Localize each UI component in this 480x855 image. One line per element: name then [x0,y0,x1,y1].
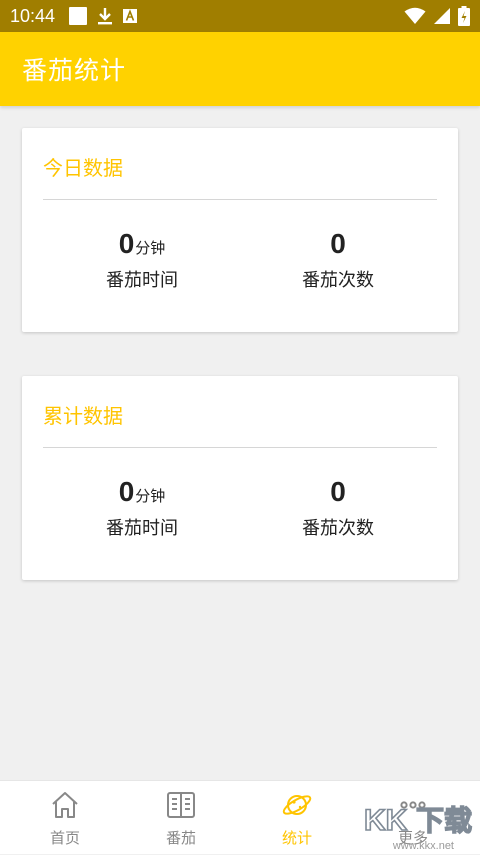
stat-value-row: 0 [258,476,418,510]
signal-icon [434,8,450,24]
nav-label: 首页 [50,827,80,848]
status-time: 10:44 [10,6,55,27]
status-bar: 10:44 [0,0,480,32]
stat-unit: 分钟 [135,485,165,506]
a-icon [123,9,137,23]
download-icon [97,7,113,25]
svg-text:下载: 下载 [416,804,472,837]
svg-text:KK: KK [364,804,408,837]
today-stats-card: 今日数据 0 分钟 番茄时间 0 番茄次数 [22,128,458,332]
card-divider [43,199,437,200]
app-bar: 番茄统计 [0,32,480,106]
card-title: 累计数据 [43,400,123,429]
stat-value-row: 0 [258,228,418,262]
stat-label: 番茄次数 [258,266,418,292]
card-divider [43,447,437,448]
stat-unit: 分钟 [135,237,165,258]
tomato-time-stat: 0 分钟 番茄时间 [62,476,222,540]
battery-icon [458,6,470,26]
nav-item-stats[interactable]: 统计 [239,781,355,855]
stat-label: 番茄次数 [258,514,418,540]
stat-value-row: 0 分钟 [62,476,222,510]
stat-value-row: 0 分钟 [62,228,222,262]
stat-value: 0 [330,228,346,260]
status-icons-left [69,7,137,25]
book-icon [165,789,197,821]
stat-value: 0 [119,476,135,508]
total-stats-card: 累计数据 0 分钟 番茄时间 0 番茄次数 [22,376,458,580]
tomato-time-stat: 0 分钟 番茄时间 [62,228,222,292]
stat-value: 0 [330,476,346,508]
nav-item-home[interactable]: 首页 [7,781,123,855]
stat-label: 番茄时间 [62,514,222,540]
planet-icon [281,789,313,821]
notification-square-icon [69,7,87,25]
card-title: 今日数据 [43,152,123,181]
home-icon [49,789,81,821]
nav-label: 番茄 [166,827,196,848]
wifi-icon [404,7,426,25]
page-title: 番茄统计 [22,51,126,87]
stat-label: 番茄时间 [62,266,222,292]
tomato-count-stat: 0 番茄次数 [258,228,418,292]
status-icons-right [404,6,470,26]
nav-item-tomato[interactable]: 番茄 [123,781,239,855]
stat-value: 0 [119,228,135,260]
tomato-count-stat: 0 番茄次数 [258,476,418,540]
watermark-url: www.kkx.net [393,840,454,852]
nav-label: 统计 [282,827,312,848]
